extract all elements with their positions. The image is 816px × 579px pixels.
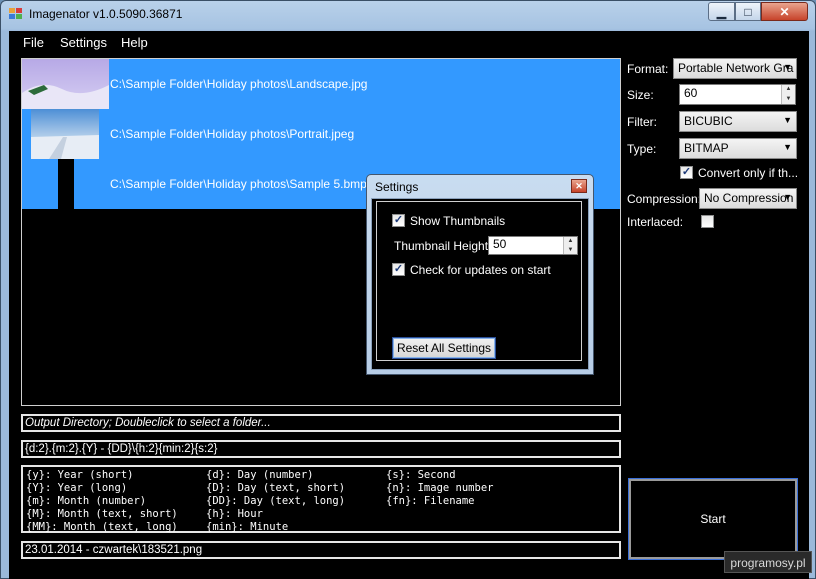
compression-select[interactable]: No Compression ▼ [699, 188, 797, 209]
bmp-thumbnail [58, 159, 74, 209]
legend-column: {y}: Year (short) {Y}: Year (long) {m}: Mo… [26, 469, 178, 533]
show-thumbnails-checkbox[interactable]: ✓ [392, 214, 405, 227]
file-path: C:\Sample Folder\Holiday photos\Sample 5… [110, 177, 367, 191]
convert-checkbox[interactable]: ✓ [680, 166, 693, 179]
legend-column: {d}: Day (number) {D}: Day (text, short){… [206, 469, 346, 533]
show-thumbnails-label: Show Thumbnails [410, 214, 506, 228]
thumbnail-height-input[interactable]: 50 ▲ ▼ [488, 236, 578, 255]
thumbnail-height-label: Thumbnail Height: [394, 239, 492, 253]
thumbnail-height-stepper[interactable]: ▲ ▼ [563, 237, 577, 254]
portrait-thumbnail [31, 109, 99, 159]
interlaced-label: Interlaced: [627, 215, 684, 229]
menu-help[interactable]: Help [121, 35, 148, 50]
watermark: programosy.pl [724, 551, 812, 573]
minimize-button[interactable]: ▁ [708, 2, 735, 21]
main-window: Imagenator v1.0.5090.36871 ▁ □ ✕ File Se… [0, 0, 816, 579]
format-label: Format: [627, 62, 669, 76]
maximize-button[interactable]: □ [735, 2, 761, 21]
format-select[interactable]: Portable Network Gra ▼ [673, 58, 797, 79]
check-updates-label: Check for updates on start [410, 263, 551, 277]
type-select[interactable]: BITMAP ▼ [679, 138, 797, 159]
chevron-down-icon: ▼ [783, 192, 792, 202]
compression-label: Compression: [627, 192, 702, 206]
window-title: Imagenator v1.0.5090.36871 [29, 7, 183, 21]
size-stepper[interactable]: ▲ ▼ [781, 85, 795, 104]
check-updates-checkbox[interactable]: ✓ [392, 263, 405, 276]
type-label: Type: [627, 142, 657, 156]
app-icon [9, 8, 23, 20]
size-label: Size: [627, 88, 654, 102]
filename-pattern-input[interactable]: {d:2}.{m:2}.{Y} - {DD}\{h:2}{min:2}{s:2} [21, 440, 621, 458]
start-button[interactable]: Start [628, 478, 798, 560]
list-item[interactable]: C:\Sample Folder\Holiday photos\Portrait… [22, 109, 620, 159]
filter-select[interactable]: BICUBIC ▼ [679, 111, 797, 132]
dialog-title: Settings [375, 180, 419, 194]
dialog-body: ✓ Show Thumbnails Thumbnail Height: 50 ▲… [371, 198, 589, 370]
chevron-down-icon: ▼ [783, 62, 792, 72]
size-input[interactable]: 60 ▲ ▼ [679, 84, 796, 105]
chevron-down-icon: ▼ [783, 142, 792, 152]
pattern-legend: {y}: Year (short) {Y}: Year (long) {m}: Mo… [21, 465, 621, 533]
chevron-down-icon: ▼ [783, 115, 792, 125]
close-button[interactable]: ✕ [761, 2, 808, 21]
settings-group: ✓ Show Thumbnails Thumbnail Height: 50 ▲… [376, 201, 582, 361]
output-preview: 23.01.2014 - czwartek\183521.png [21, 541, 621, 559]
filter-label: Filter: [627, 115, 657, 129]
menu-file[interactable]: File [23, 35, 44, 50]
convert-label: Convert only if th... [698, 166, 799, 180]
reset-settings-button[interactable]: Reset All Settings [392, 337, 496, 359]
list-item[interactable]: C:\Sample Folder\Holiday photos\Landscap… [22, 59, 620, 109]
title-bar[interactable]: Imagenator v1.0.5090.36871 ▁ □ ✕ [1, 1, 815, 29]
menu-bar: File Settings Help [9, 31, 809, 53]
landscape-thumbnail [22, 59, 109, 109]
legend-column: {s}: Second {n}: Image number {fn}: Filena… [386, 469, 494, 507]
settings-dialog: Settings ✕ ✓ Show Thumbnails Thumbnail H… [366, 174, 594, 375]
interlaced-checkbox[interactable] [701, 215, 714, 228]
output-directory-field[interactable]: Output Directory; Doubleclick to select … [21, 414, 621, 432]
file-path: C:\Sample Folder\Holiday photos\Landscap… [110, 77, 368, 91]
file-path: C:\Sample Folder\Holiday photos\Portrait… [110, 127, 355, 141]
menu-settings[interactable]: Settings [60, 35, 107, 50]
close-icon[interactable]: ✕ [571, 179, 587, 193]
